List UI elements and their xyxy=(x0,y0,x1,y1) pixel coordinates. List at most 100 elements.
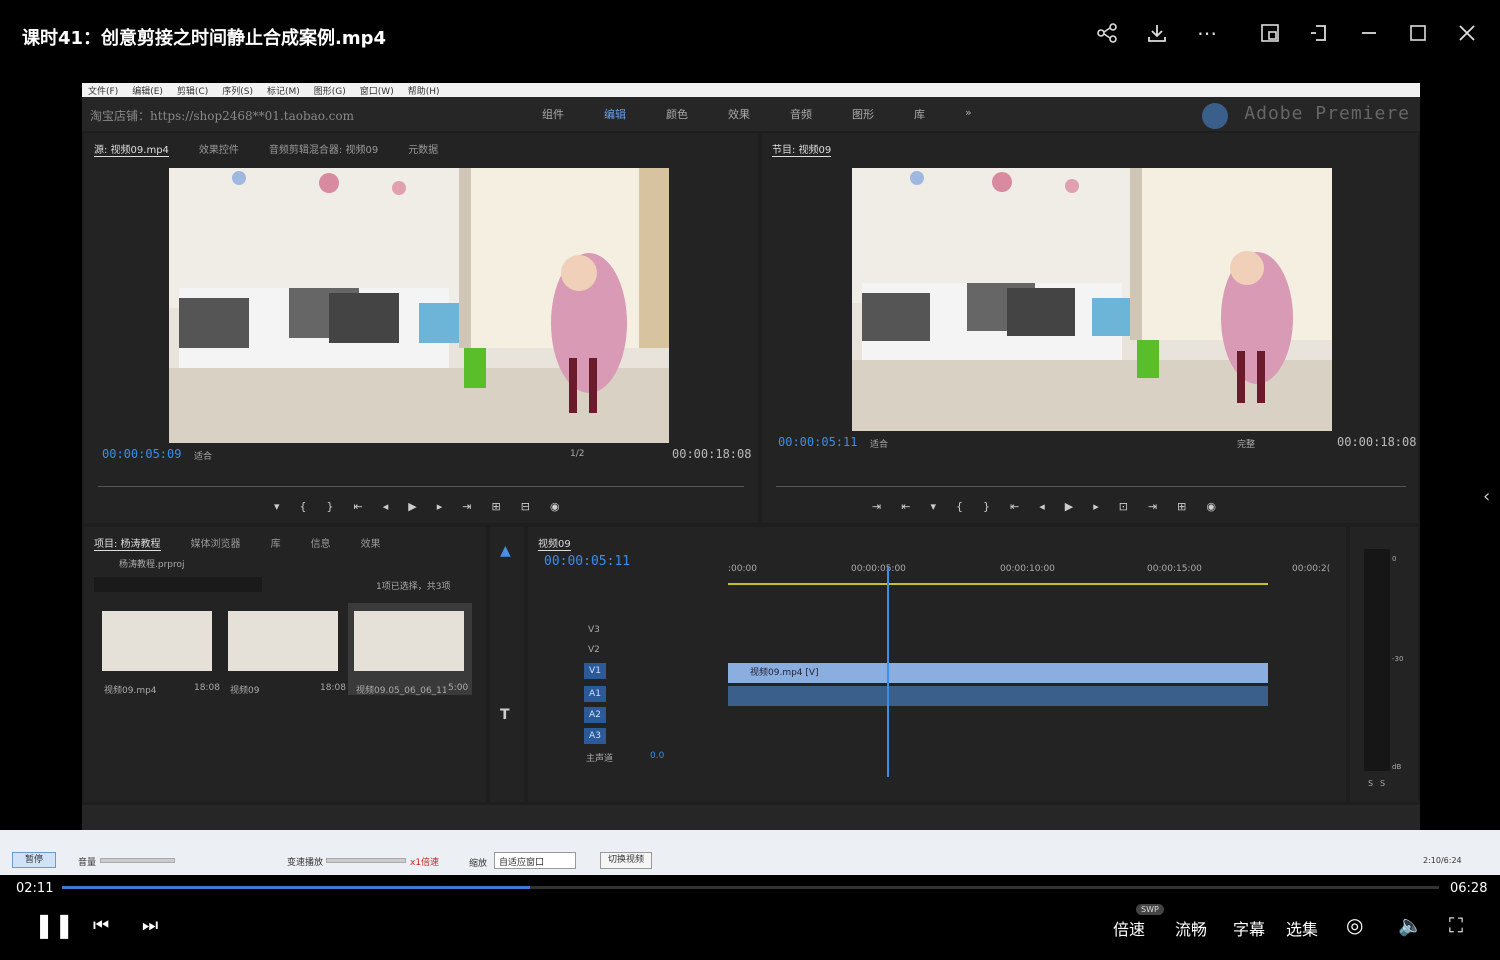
danmaku-icon[interactable]: ◎ xyxy=(1346,913,1363,937)
title-bar: 课时41：创意剪接之时间静止合成案例.mp4 ⋯ xyxy=(0,0,1500,70)
speed-value: x1倍速 xyxy=(410,858,440,868)
audio-clip[interactable] xyxy=(728,686,1268,706)
extract-icon[interactable]: ⇤ xyxy=(901,500,910,513)
video-frame[interactable]: 文件(F) 编辑(E) 剪辑(C) 序列(S) 标记(M) 图形(G) 窗口(W… xyxy=(82,83,1420,830)
source-duration: 00:00:18:08 xyxy=(672,447,752,461)
clip-name: 视频09.mp4 xyxy=(104,686,157,696)
export-icon[interactable]: ⊡ xyxy=(1119,500,1128,513)
pause-button[interactable]: 暂停 xyxy=(12,852,56,868)
more-icon[interactable]: ⋯ xyxy=(1194,20,1220,46)
minimize-icon[interactable] xyxy=(1356,20,1382,46)
sequence-tab: 视频09 xyxy=(538,535,571,551)
side-panel-toggle-icon[interactable]: ‹ xyxy=(1483,486,1490,507)
zoom-select[interactable]: 自适应窗口 xyxy=(494,852,576,869)
ruler-label: 00:00:05:00 xyxy=(851,564,906,574)
timeline-panel: 视频09 00:00:05:11 :00:00 00:00:05:00 00:0… xyxy=(528,527,1346,802)
marker-icon[interactable]: ▾ xyxy=(274,500,280,513)
program-fit[interactable]: 适合 xyxy=(870,437,888,450)
track-a1[interactable]: A1 xyxy=(584,686,606,702)
close-icon[interactable] xyxy=(1454,20,1480,46)
ws-tab: 效果 xyxy=(728,108,750,121)
go-in-icon[interactable]: ⇤ xyxy=(1010,500,1019,513)
playhead[interactable] xyxy=(887,567,889,777)
status-strip xyxy=(82,805,1420,830)
shop-watermark: 淘宝店铺：https://shop2468**01.taobao.com xyxy=(90,109,354,123)
premiere-logo xyxy=(1202,103,1228,129)
clip-thumb[interactable] xyxy=(102,611,212,671)
brand-text: Adobe Premiere xyxy=(1244,103,1410,124)
speed-button[interactable]: 倍速 xyxy=(1113,916,1145,940)
source-fit[interactable]: 适合 xyxy=(194,449,212,462)
step-fwd-icon[interactable]: ▸ xyxy=(437,500,443,513)
pip-icon[interactable] xyxy=(1257,20,1283,46)
meter-bar xyxy=(1364,549,1390,771)
track-a3[interactable]: A3 xyxy=(584,728,606,744)
master-value[interactable]: 0.0 xyxy=(650,751,664,761)
share-icon[interactable] xyxy=(1094,20,1120,46)
current-time: 02:11 xyxy=(16,881,54,896)
episodes-button[interactable]: 选集 xyxy=(1286,916,1318,940)
clip-thumb[interactable] xyxy=(354,611,464,671)
video-clip[interactable]: 视频09.mp4 [V] xyxy=(728,663,1268,683)
maximize-icon[interactable] xyxy=(1405,20,1431,46)
camera-icon[interactable]: ◉ xyxy=(550,500,560,513)
program-frame xyxy=(852,168,1332,431)
out-point-icon[interactable]: } xyxy=(327,500,334,513)
overwrite-icon[interactable]: ⊟ xyxy=(521,500,530,513)
menu-graphics: 图形(G) xyxy=(313,86,346,97)
pin-icon[interactable] xyxy=(1306,20,1332,46)
in-point-icon[interactable]: { xyxy=(300,500,307,513)
work-area-bar[interactable] xyxy=(728,583,1268,585)
timeline-timecode: 00:00:05:11 xyxy=(544,554,631,569)
ruler-label: 00:00:15:00 xyxy=(1147,564,1202,574)
progress-fill xyxy=(62,886,531,889)
clip-dur: 18:08 xyxy=(194,683,220,693)
program-scrub-bar[interactable] xyxy=(776,486,1406,487)
track-v1[interactable]: V1 xyxy=(584,663,606,679)
ws-tab: 图形 xyxy=(852,108,874,121)
progress-bar[interactable] xyxy=(62,886,1439,889)
step-back-icon[interactable]: ◂ xyxy=(1039,500,1045,513)
track-v2: V2 xyxy=(588,645,600,655)
clip-thumb[interactable] xyxy=(228,611,338,671)
project-search[interactable] xyxy=(94,577,262,592)
switch-video-button[interactable]: 切换视频 xyxy=(600,852,652,869)
program-quality[interactable]: 完整 xyxy=(1237,437,1255,450)
go-out-icon[interactable]: ⇥ xyxy=(462,500,471,513)
previous-icon[interactable]: ⏮ xyxy=(93,915,109,936)
volume-slider[interactable] xyxy=(100,858,175,863)
volume-label: 音量 xyxy=(78,858,97,868)
in-point-icon[interactable]: { xyxy=(956,500,963,513)
insert-icon[interactable]: ⊞ xyxy=(492,500,501,513)
program-tabs: 节目: 视频09 xyxy=(772,141,832,157)
speed-slider[interactable] xyxy=(326,858,406,863)
solo-r[interactable]: S xyxy=(1380,779,1385,788)
type-tool-icon[interactable]: T xyxy=(500,707,510,723)
go-out-icon[interactable]: ⇥ xyxy=(1148,500,1157,513)
ruler-label: :00:00 xyxy=(728,564,757,574)
source-res[interactable]: 1/2 xyxy=(570,449,584,459)
compare-icon[interactable]: ⊞ xyxy=(1177,500,1186,513)
selection-tool-icon[interactable]: ▲ xyxy=(500,543,511,559)
play-icon[interactable]: ▶ xyxy=(408,500,416,513)
video-title: 课时41：创意剪接之时间静止合成案例.mp4 xyxy=(22,28,387,49)
fullscreen-icon[interactable]: ⛶ xyxy=(1449,913,1463,937)
camera-icon[interactable]: ◉ xyxy=(1206,500,1216,513)
track-a2[interactable]: A2 xyxy=(584,707,606,723)
step-back-icon[interactable]: ◂ xyxy=(383,500,389,513)
lift-icon[interactable]: ⇥ xyxy=(872,500,881,513)
source-scrub-bar[interactable] xyxy=(98,486,744,487)
volume-icon[interactable]: 🔈 xyxy=(1398,913,1423,937)
download-icon[interactable] xyxy=(1144,20,1170,46)
subtitle-button[interactable]: 字幕 xyxy=(1233,916,1265,940)
quality-button[interactable]: 流畅 xyxy=(1175,916,1207,940)
play-icon[interactable]: ▶ xyxy=(1065,500,1073,513)
go-in-icon[interactable]: ⇤ xyxy=(354,500,363,513)
next-icon[interactable]: ⏭ xyxy=(142,915,158,936)
menu-sequence: 序列(S) xyxy=(222,86,253,97)
solo-l[interactable]: S xyxy=(1368,779,1373,788)
marker-icon[interactable]: ▾ xyxy=(930,500,936,513)
pause-icon[interactable]: ❚❚ xyxy=(34,911,74,939)
out-point-icon[interactable]: } xyxy=(983,500,990,513)
step-fwd-icon[interactable]: ▸ xyxy=(1093,500,1099,513)
